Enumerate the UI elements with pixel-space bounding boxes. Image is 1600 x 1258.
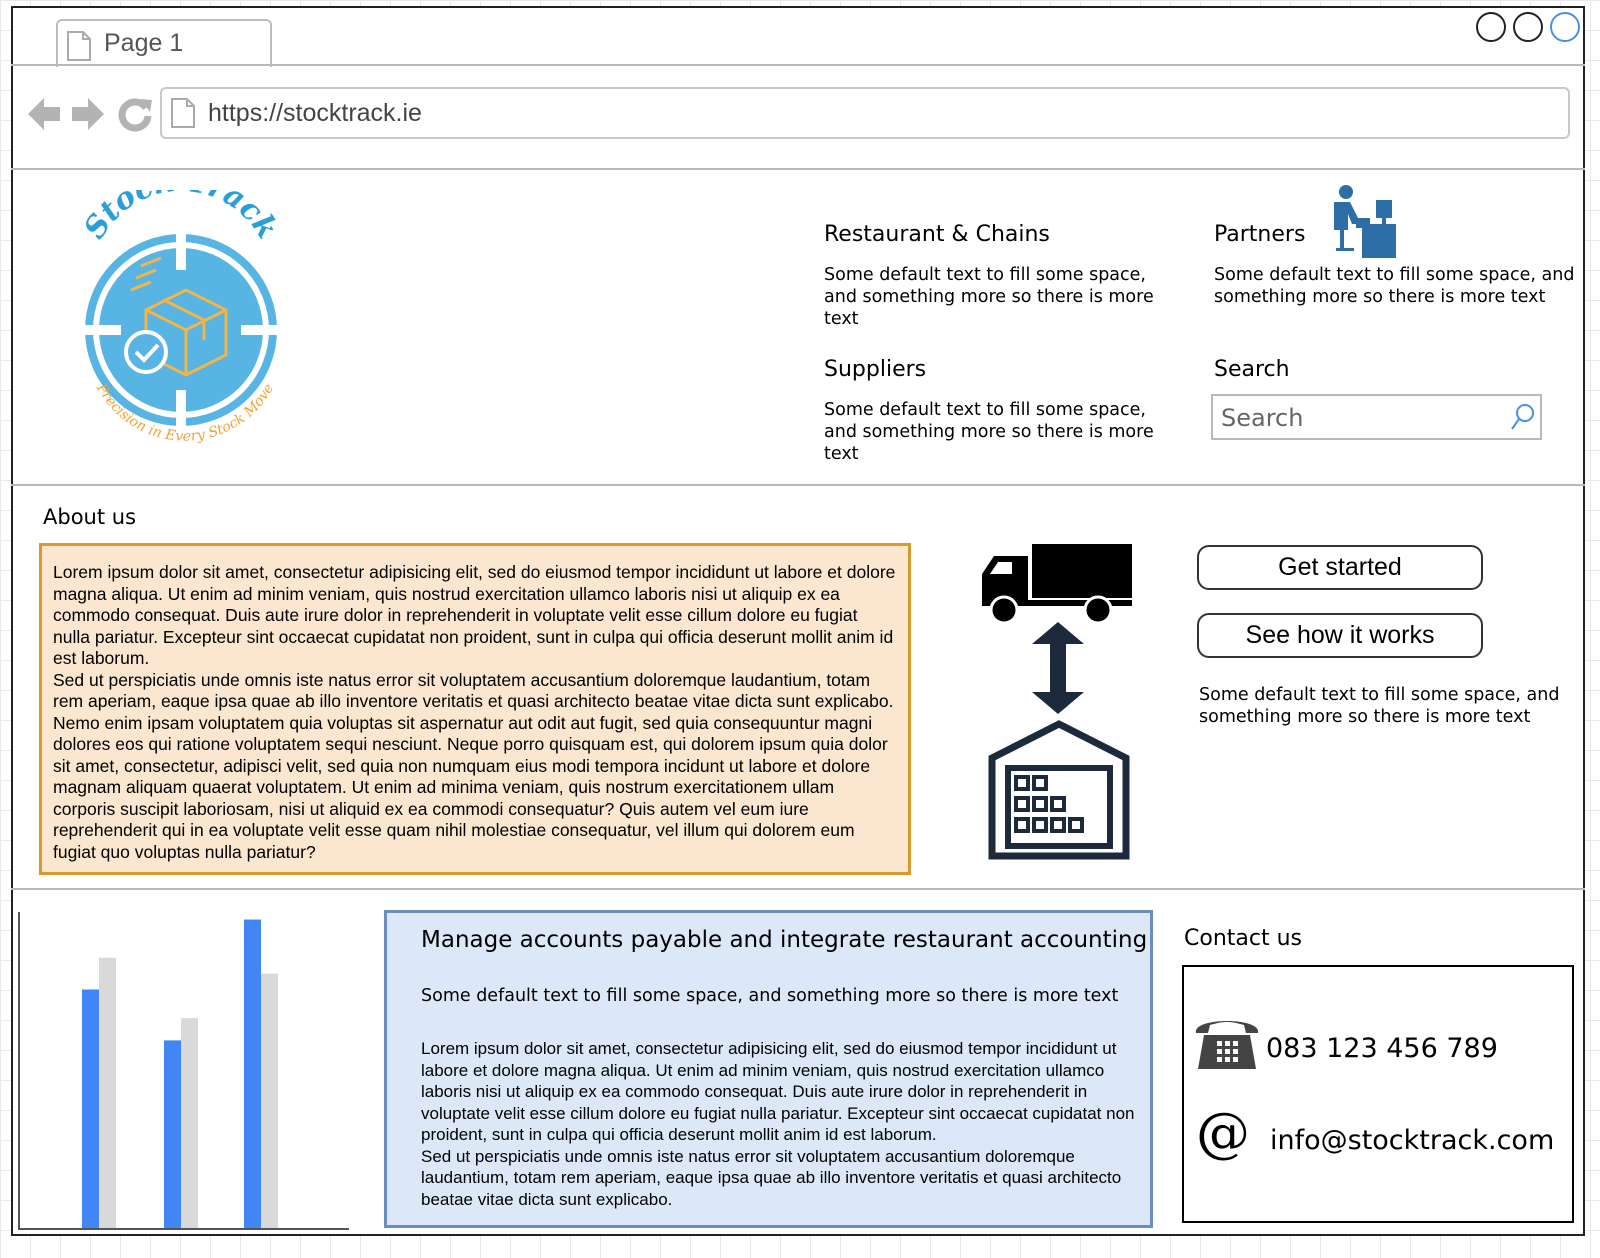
chart-bar-s2-c2 — [181, 1018, 198, 1228]
partners-title[interactable]: Partners — [1214, 222, 1305, 247]
chart-bar-s2-c3 — [261, 973, 278, 1228]
forward-arrow-icon[interactable] — [70, 96, 106, 132]
contact-title: Contact us — [1184, 926, 1302, 951]
truck-icon — [982, 544, 1132, 624]
manage-accounts-box: Manage accounts payable and integrate re… — [384, 910, 1153, 1228]
contact-box: 083 123 456 789 @ info@stocktrack.com — [1182, 965, 1574, 1223]
header-divider — [11, 484, 1585, 486]
partners-text: Some default text to fill some space, an… — [1214, 265, 1575, 307]
about-divider — [11, 888, 1585, 890]
stocktrack-logo: Stock Track Precision in Every Stock Mov… — [77, 190, 284, 445]
about-title: About us — [43, 505, 137, 529]
tab-bar-divider — [11, 64, 1585, 66]
tab-label: Page 1 — [104, 29, 184, 57]
back-arrow-icon[interactable] — [26, 96, 62, 132]
suppliers-title[interactable]: Suppliers — [824, 357, 926, 382]
telephone-icon — [1195, 1021, 1259, 1069]
window-button-1[interactable] — [1476, 12, 1506, 42]
manage-body: Lorem ipsum dolor sit amet, consectetur … — [421, 1038, 1143, 1210]
chart-bar-s2-c1 — [99, 957, 116, 1228]
window-button-3[interactable] — [1550, 12, 1580, 42]
see-how-it-works-button[interactable]: See how it works — [1197, 613, 1483, 658]
manage-paragraph-2: Sed ut perspiciatis unde omnis iste natu… — [421, 1146, 1122, 1209]
about-paragraph-2: Sed ut perspiciatis unde omnis iste natu… — [53, 669, 894, 862]
nav-bar-divider — [11, 168, 1585, 170]
cta-text: Some default text to fill some space, an… — [1199, 685, 1560, 727]
restaurant-chains-text: Some default text to fill some space, an… — [824, 265, 1154, 329]
browser-tab[interactable]: Page 1 — [56, 19, 272, 67]
double-arrow-icon — [1032, 622, 1084, 714]
at-sign-icon: @ — [1196, 1101, 1250, 1164]
address-bar[interactable]: https://stocktrack.ie — [160, 87, 1570, 139]
magnifier-icon[interactable] — [1510, 402, 1536, 432]
search-input[interactable] — [1219, 400, 1503, 436]
manage-subtitle: Some default text to fill some space, an… — [421, 986, 1119, 1006]
restaurant-chains-title[interactable]: Restaurant & Chains — [824, 222, 1050, 247]
search-field[interactable] — [1211, 394, 1542, 440]
chart-bar-s1-c2 — [164, 1040, 181, 1228]
person-at-desk-icon — [1334, 185, 1396, 258]
search-title: Search — [1214, 357, 1290, 382]
suppliers-text: Some default text to fill some space, an… — [824, 400, 1154, 464]
phone-number[interactable]: 083 123 456 789 — [1266, 1033, 1498, 1064]
window-button-2[interactable] — [1513, 12, 1543, 42]
manage-paragraph-1: Lorem ipsum dolor sit amet, consectetur … — [421, 1039, 1135, 1144]
page-icon — [171, 98, 195, 128]
email-address[interactable]: info@stocktrack.com — [1270, 1125, 1554, 1156]
url-text[interactable]: https://stocktrack.ie — [208, 99, 422, 128]
chart-bar-s1-c1 — [82, 989, 99, 1228]
chart-bar-s1-c3 — [244, 919, 261, 1228]
bar-chart — [18, 912, 349, 1230]
warehouse-icon — [988, 720, 1130, 860]
page-icon — [67, 31, 91, 61]
manage-title: Manage accounts payable and integrate re… — [421, 927, 1148, 953]
reload-icon[interactable] — [117, 96, 153, 132]
about-paragraph-1: Lorem ipsum dolor sit amet, consectetur … — [53, 562, 896, 668]
about-text-box: Lorem ipsum dolor sit amet, consectetur … — [39, 543, 911, 875]
get-started-button[interactable]: Get started — [1197, 545, 1483, 590]
